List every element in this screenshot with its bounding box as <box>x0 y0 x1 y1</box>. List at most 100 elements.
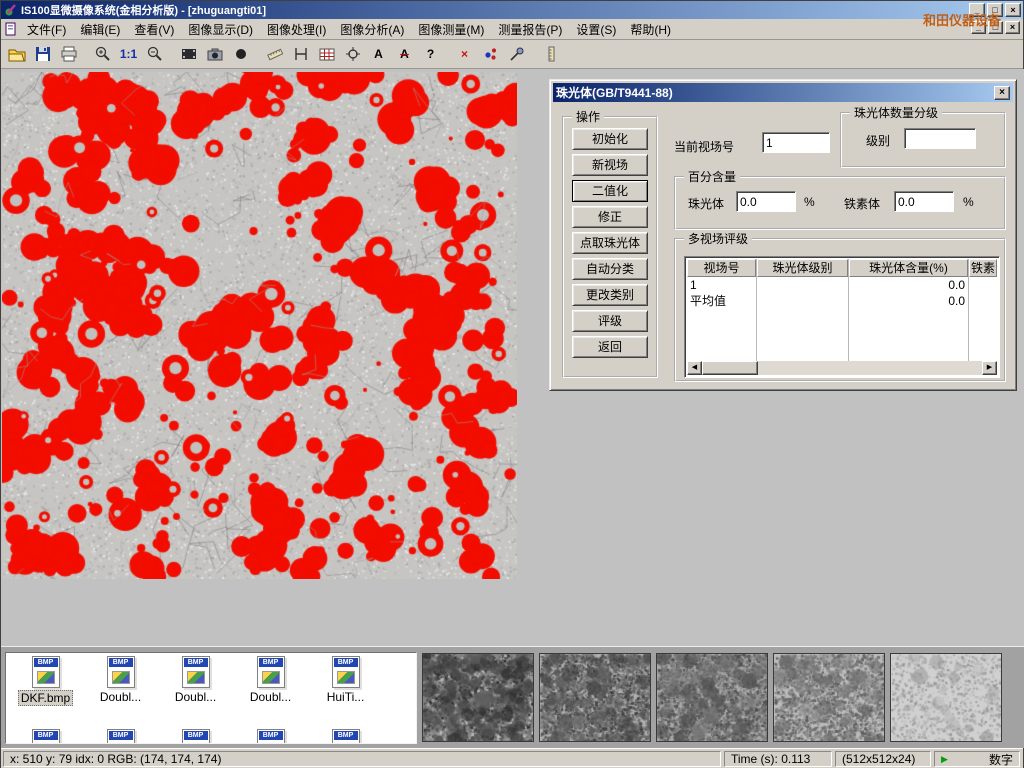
return-button[interactable]: 返回 <box>572 336 648 358</box>
vertical-ruler-button[interactable] <box>538 42 563 66</box>
scroll-left-icon[interactable]: ◀ <box>687 361 702 375</box>
file-item[interactable]: BMP Doubl... <box>83 656 158 706</box>
file-item[interactable]: BMP HuiTi... <box>308 656 383 706</box>
toolbar-separator <box>168 42 176 66</box>
file-name[interactable]: Doubl... <box>248 690 293 704</box>
file-item[interactable]: BMP <box>233 729 308 744</box>
multi-field-group: 多视场评级 视场号 1 平均值 珠光体级别 <box>674 238 1006 382</box>
dialog-titlebar[interactable]: 珠光体(GB/T9441-88) × <box>553 83 1013 102</box>
camera-button[interactable] <box>202 42 227 66</box>
percent-group: 百分含量 珠光体 % 铁素体 % <box>674 176 1006 230</box>
ruler-measure-button[interactable] <box>262 42 287 66</box>
menu-image-analysis[interactable]: 图像分析(A) <box>333 19 411 40</box>
image-thumbnail[interactable] <box>773 653 885 742</box>
file-item[interactable]: BMP Doubl... <box>233 656 308 706</box>
auto-classify-button[interactable]: 自动分类 <box>572 258 648 280</box>
capture-button[interactable] <box>176 42 201 66</box>
table-cell[interactable]: 1 <box>687 277 756 293</box>
column-header[interactable]: 珠光体级别 <box>757 259 848 277</box>
file-item[interactable]: BMP <box>8 729 83 744</box>
image-thumbnail[interactable] <box>890 653 1002 742</box>
save-button[interactable] <box>30 42 55 66</box>
text-annotate-button[interactable]: A <box>366 42 391 66</box>
horizontal-scrollbar[interactable]: ◀ ▶ <box>687 361 997 375</box>
caliper-measure-button[interactable] <box>288 42 313 66</box>
file-name[interactable]: DKF.bmp <box>18 690 73 706</box>
delete-measure-button[interactable]: × <box>452 42 477 66</box>
change-class-button[interactable]: 更改类别 <box>572 284 648 306</box>
pick-pearlite-button[interactable]: 点取珠光体 <box>572 232 648 254</box>
file-name[interactable]: Doubl... <box>173 690 218 704</box>
scroll-right-icon[interactable]: ▶ <box>982 361 997 375</box>
ferrite-percent-input[interactable] <box>894 191 954 212</box>
menu-view[interactable]: 查看(V) <box>127 19 181 40</box>
file-item[interactable]: BMP <box>308 729 383 744</box>
file-browser[interactable]: BMP DKF.bmp BMP Doubl... BMP Doubl... BM… <box>5 652 417 744</box>
picker-button[interactable] <box>504 42 529 66</box>
menu-settings[interactable]: 设置(S) <box>569 19 623 40</box>
mode-label: 数字 <box>989 751 1013 768</box>
menu-file[interactable]: 文件(F) <box>20 19 73 40</box>
scrollbar-track[interactable] <box>758 361 982 375</box>
table-cell[interactable]: 0.0 <box>849 293 968 309</box>
column-header[interactable]: 视场号 <box>687 259 756 277</box>
file-item[interactable]: BMP Doubl... <box>158 656 233 706</box>
column-header[interactable]: 珠光体含量(%) <box>849 259 968 277</box>
correct-button[interactable]: 修正 <box>572 206 648 228</box>
toolbar-separator <box>444 42 452 66</box>
file-name[interactable]: Doubl... <box>98 690 143 704</box>
mdi-close-icon[interactable]: × <box>1005 21 1020 34</box>
actual-size-button[interactable]: 1:1 <box>116 42 141 66</box>
zoom-in-button[interactable] <box>90 42 115 66</box>
window-title: IS100显微摄像系统(金相分析版) - [zhuguangti01] <box>21 2 967 18</box>
open-file-button[interactable] <box>4 42 29 66</box>
help-button[interactable]: ? <box>418 42 443 66</box>
column-header[interactable]: 铁素 <box>969 259 997 277</box>
table-cell[interactable] <box>969 277 997 293</box>
metallographic-image[interactable] <box>2 72 517 579</box>
menu-help[interactable]: 帮助(H) <box>623 19 678 40</box>
print-button[interactable] <box>56 42 81 66</box>
table-cell[interactable]: 0.0 <box>849 277 968 293</box>
file-name[interactable]: HuiTi... <box>325 690 367 704</box>
preview-circle-button[interactable] <box>228 42 253 66</box>
rate-button[interactable]: 评级 <box>572 310 648 332</box>
scrollbar-thumb[interactable] <box>702 361 758 375</box>
menu-edit[interactable]: 编辑(E) <box>73 19 127 40</box>
grid-measure-button[interactable] <box>314 42 339 66</box>
menu-image-display[interactable]: 图像显示(D) <box>181 19 260 40</box>
grading-group-label: 珠光体数量分级 <box>850 106 942 120</box>
new-field-button[interactable]: 新视场 <box>572 154 648 176</box>
text-delete-button[interactable]: A <box>392 42 417 66</box>
zoom-out-button[interactable] <box>142 42 167 66</box>
bmp-file-icon: BMP <box>107 656 135 688</box>
image-thumbnail[interactable] <box>422 653 534 742</box>
init-button[interactable]: 初始化 <box>572 128 648 150</box>
vendor-watermark: 和田仪器设备 <box>923 10 1001 29</box>
pearlite-percent-input[interactable] <box>736 191 796 212</box>
menu-measure-report[interactable]: 测量报告(P) <box>491 19 569 40</box>
file-item[interactable]: BMP <box>83 729 158 744</box>
image-thumbnail[interactable] <box>539 653 651 742</box>
image-thumbnail[interactable] <box>656 653 768 742</box>
level-input[interactable] <box>904 128 976 149</box>
binarize-button[interactable]: 二值化 <box>572 180 648 202</box>
titlebar: IS100显微摄像系统(金相分析版) - [zhuguangti01] _ □ … <box>1 1 1023 19</box>
dialog-close-icon[interactable]: × <box>994 86 1010 100</box>
close-icon[interactable]: × <box>1005 3 1021 17</box>
table-cell[interactable]: 平均值 <box>687 293 756 309</box>
current-field-input[interactable] <box>762 132 830 153</box>
table-cell[interactable] <box>757 293 848 309</box>
bmp-file-icon: BMP <box>32 656 60 688</box>
file-item[interactable]: BMP DKF.bmp <box>8 656 83 706</box>
table-cell[interactable] <box>757 277 848 293</box>
crosshair-button[interactable] <box>340 42 365 66</box>
menu-image-processing[interactable]: 图像处理(I) <box>260 19 333 40</box>
pearlite-dialog: 珠光体(GB/T9441-88) × 操作 初始化 新视场 二值化 修正 点取珠… <box>549 79 1017 391</box>
bmp-file-icon: BMP <box>332 729 360 744</box>
multi-field-table[interactable]: 视场号 1 平均值 珠光体级别 珠光体含量(%) 0.0 0.0 <box>684 256 1000 378</box>
point-mark-button[interactable] <box>478 42 503 66</box>
file-item[interactable]: BMP <box>158 729 233 744</box>
menu-image-measure[interactable]: 图像测量(M) <box>411 19 491 40</box>
table-cell[interactable] <box>969 293 997 309</box>
